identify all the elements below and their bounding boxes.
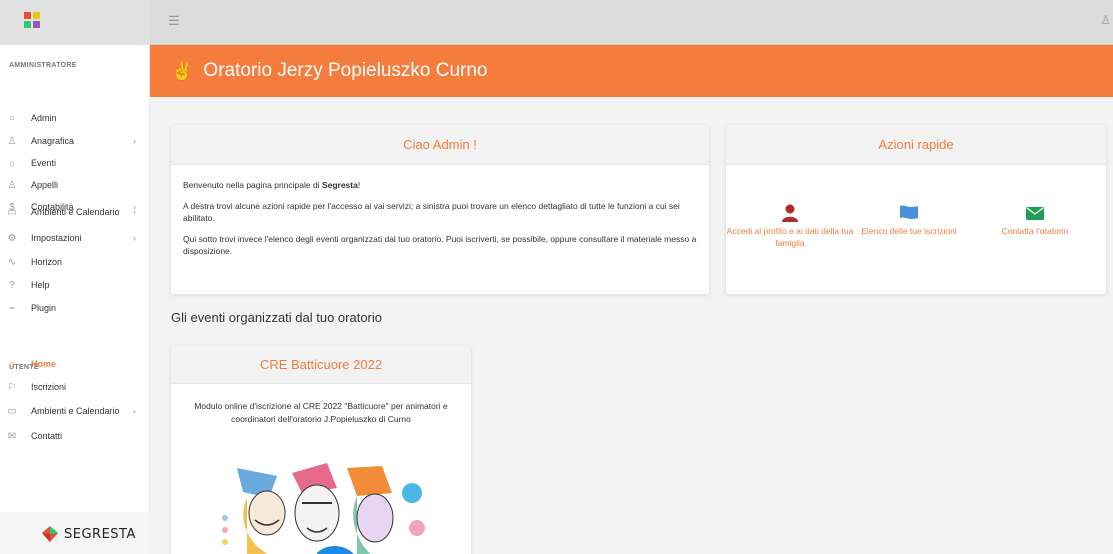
sidebar-item-anagrafica[interactable]: ♙ Anagrafica › bbox=[0, 130, 150, 152]
welcome-paragraph-2: A destra trovi alcune azioni rapide per … bbox=[183, 200, 680, 224]
circle-icon: ○ bbox=[8, 112, 16, 124]
chevron-right-icon: › bbox=[133, 207, 136, 217]
plugin-icon: ⌁ bbox=[8, 302, 16, 314]
logo-area[interactable] bbox=[0, 0, 150, 45]
flag-icon bbox=[900, 205, 918, 219]
mail-icon: ✉ bbox=[7, 430, 17, 442]
brand-name: SEGRESTA bbox=[64, 526, 136, 542]
welcome-card-header: Ciao Admin ! bbox=[171, 125, 709, 165]
help-icon: ? bbox=[9, 279, 15, 291]
event-illustration bbox=[222, 463, 425, 554]
sidebar-item-contatti[interactable]: ✉ Contatti bbox=[0, 425, 150, 447]
quick-actions-list: Accedi al profilo e ai dati della tua fa… bbox=[726, 165, 1106, 293]
quick-actions-header: Azioni rapide bbox=[726, 125, 1106, 165]
quick-actions-title: Azioni rapide bbox=[878, 137, 954, 152]
welcome-card: Ciao Admin ! Benvenuto nella pagina prin… bbox=[171, 125, 709, 294]
sidebar-item-appelli[interactable]: ♙ Appelli bbox=[0, 174, 150, 196]
sidebar-footer: SEGRESTA bbox=[0, 512, 150, 554]
sidebar-item-impostazioni[interactable]: ⚙ Impostazioni › bbox=[0, 227, 150, 249]
welcome-paragraph-1: Benvenuto nella pagina principale di Seg… bbox=[183, 180, 361, 190]
users-icon: ♙ bbox=[7, 179, 17, 191]
sidebar-section-admin: AMMINISTRATORE bbox=[9, 62, 77, 69]
welcome-card-title: Ciao Admin ! bbox=[403, 137, 477, 152]
event-card-title: CRE Batticuore 2022 bbox=[259, 357, 383, 372]
chevron-right-icon: › bbox=[133, 233, 136, 243]
brand-logo[interactable]: SEGRESTA bbox=[40, 524, 136, 544]
sidebar-item-plugin[interactable]: ⌁ Plugin bbox=[0, 297, 150, 319]
sidebar: AMMINISTRATORE ○ Admin ♙ Anagrafica › ☼ … bbox=[0, 45, 150, 554]
top-navbar: ☰ ♙ bbox=[0, 0, 1113, 45]
chevron-right-icon: › bbox=[133, 406, 136, 416]
sidebar-item-admin[interactable]: ○ Admin bbox=[0, 107, 150, 129]
sidebar-item-home[interactable]: ⌂ Home bbox=[0, 353, 150, 375]
gear-icon: ⚙ bbox=[7, 232, 17, 244]
sun-icon: ☼ bbox=[7, 157, 17, 169]
quick-action-profile[interactable]: Accedi al profilo e ai dati della tua fa… bbox=[726, 203, 854, 249]
hamburger-icon[interactable]: ☰ bbox=[168, 13, 180, 29]
welcome-paragraph-3: Qui sotto trovi invece l'elenco degli ev… bbox=[183, 233, 697, 257]
quick-action-subscriptions[interactable]: Elenco delle tue iscrizioni bbox=[858, 203, 960, 237]
hand-peace-icon: ✌ bbox=[171, 60, 194, 81]
user-icon bbox=[782, 204, 798, 222]
calendar-icon: ▭ bbox=[7, 405, 17, 417]
home-icon: ⌂ bbox=[8, 358, 16, 370]
page-title: Oratorio Jerzy Popieluszko Curno bbox=[203, 60, 488, 81]
event-card[interactable]: CRE Batticuore 2022 Modulo online d'iscr… bbox=[171, 346, 471, 554]
user-icon: ♙ bbox=[7, 135, 17, 147]
user-icon[interactable]: ♙ bbox=[1100, 13, 1111, 27]
sidebar-item-iscrizioni[interactable]: ⚐ Iscrizioni bbox=[0, 376, 150, 398]
flag-icon: ⚐ bbox=[7, 381, 17, 393]
pulse-icon: ∿ bbox=[7, 256, 17, 268]
sidebar-item-ambienti-calendario-utente[interactable]: ▭ Ambienti e Calendario › bbox=[0, 400, 150, 422]
chevron-right-icon: › bbox=[133, 136, 136, 146]
event-card-description: Modulo online d'iscrizione al CRE 2022 "… bbox=[194, 401, 448, 424]
calendar-icon: ▭ bbox=[7, 206, 17, 218]
segresta-logo-icon bbox=[42, 526, 58, 542]
page-header: ✌ Oratorio Jerzy Popieluszko Curno bbox=[150, 45, 1113, 97]
sidebar-item-horizon[interactable]: ∿ Horizon bbox=[0, 251, 150, 273]
events-section-title: Gli eventi organizzati dal tuo oratorio bbox=[171, 310, 383, 325]
sidebar-item-help[interactable]: ? Help bbox=[0, 274, 150, 296]
quick-actions-card: Azioni rapide Accedi al profilo e ai dat… bbox=[726, 125, 1106, 294]
event-card-header: CRE Batticuore 2022 bbox=[171, 346, 471, 384]
sidebar-item-ambienti-calendario[interactable]: ▭ Ambienti e Calendario › bbox=[0, 201, 150, 223]
app-logo-icon bbox=[24, 12, 40, 28]
welcome-card-body: Benvenuto nella pagina principale di Seg… bbox=[171, 165, 709, 280]
sidebar-item-eventi[interactable]: ☼ Eventi bbox=[0, 152, 150, 174]
quick-action-contact[interactable]: Contatta l'oratorio bbox=[984, 203, 1086, 237]
envelope-icon bbox=[1026, 206, 1044, 220]
